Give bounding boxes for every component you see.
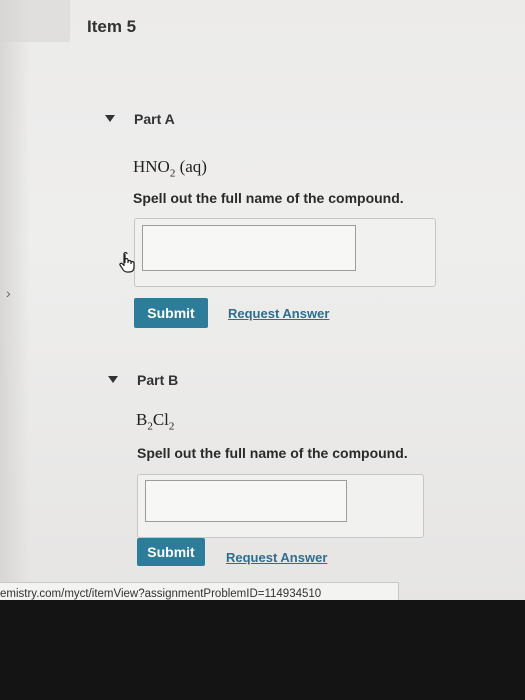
item-title: Item 5: [87, 17, 137, 36]
status-bar-url: emistry.com/myct/itemView?assignmentProb…: [0, 582, 399, 600]
formula-main: HNO: [133, 157, 170, 176]
dark-surface: [0, 600, 525, 700]
part-a-answer-input[interactable]: [142, 225, 356, 271]
collapse-part-b-icon[interactable]: [108, 376, 118, 383]
part-a-question: Spell out the full name of the compound.: [133, 190, 404, 206]
hand-cursor-icon: [119, 252, 135, 273]
part-b-title: Part B: [137, 372, 179, 388]
part-a-request-answer-link[interactable]: Request Answer: [228, 306, 329, 321]
formula-element-2: Cl: [152, 410, 169, 429]
formula-subscript-2: 2: [168, 420, 175, 433]
part-a-formula: HNO2 (aq): [133, 157, 207, 179]
browser-screen: Item 5 › Part A HNO2 (aq) Spell out the …: [0, 0, 525, 600]
formula-suffix: (aq): [175, 157, 207, 176]
formula-element-1: B: [136, 410, 148, 429]
part-b-submit-button[interactable]: Submit: [137, 538, 205, 566]
collapse-part-a-icon[interactable]: [105, 115, 115, 122]
part-b-request-answer-link[interactable]: Request Answer: [226, 550, 327, 565]
part-a-submit-button[interactable]: Submit: [134, 298, 208, 328]
part-b-answer-input[interactable]: [145, 480, 347, 522]
left-margin: [0, 0, 30, 600]
part-b-formula: B2Cl2: [136, 410, 174, 432]
chevron-right-icon[interactable]: ›: [6, 285, 11, 301]
part-a-title: Part A: [134, 111, 175, 127]
part-b-question: Spell out the full name of the compound.: [137, 445, 408, 461]
